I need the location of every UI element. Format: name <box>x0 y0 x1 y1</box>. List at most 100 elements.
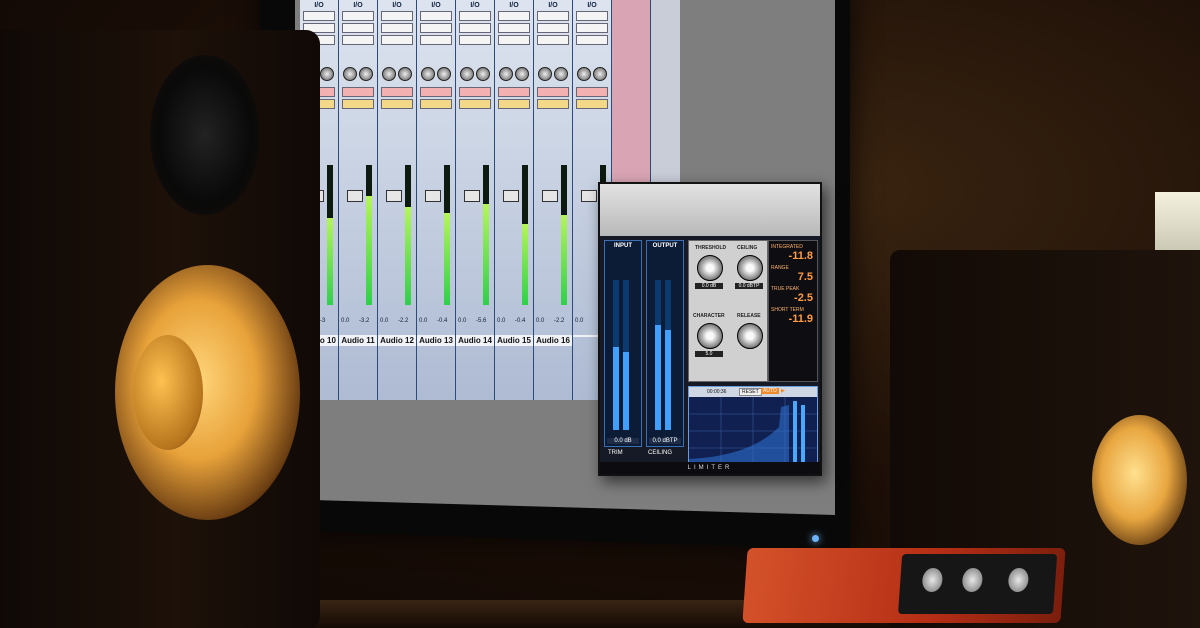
output-selector[interactable] <box>342 23 374 33</box>
pan-knob[interactable] <box>593 67 607 81</box>
trim-value[interactable]: 0.0 dB <box>607 438 639 444</box>
io-label: I/O <box>587 2 597 9</box>
gain-knob[interactable] <box>921 568 944 592</box>
solo-button[interactable] <box>342 99 374 109</box>
record-button[interactable] <box>342 87 374 97</box>
auto-button[interactable]: AUTO <box>761 388 779 394</box>
input-selector[interactable] <box>498 11 530 21</box>
track-name[interactable]: Audio 14 <box>456 335 494 346</box>
mixer-channel-strip: I/O 0.0 -2.2 Audio 16 <box>534 0 573 400</box>
record-button[interactable] <box>459 87 491 97</box>
level-readout-right: -3.2 <box>359 318 370 324</box>
input-selector[interactable] <box>342 11 374 21</box>
solo-button[interactable] <box>537 99 569 109</box>
pan-knob[interactable] <box>398 67 412 81</box>
pan-knob[interactable] <box>577 67 591 81</box>
volume-fader[interactable] <box>464 190 480 202</box>
pan-knob[interactable] <box>538 67 552 81</box>
character-knob[interactable] <box>697 323 723 349</box>
input-selector[interactable] <box>537 11 569 21</box>
level-readout-left: 0.0 <box>497 318 506 324</box>
graph-toolbar: 00:00:36 RESET AUTO ▶ <box>689 387 817 397</box>
track-name[interactable]: Audio 16 <box>534 335 572 346</box>
input-selector[interactable] <box>303 11 335 21</box>
pan-knob[interactable] <box>460 67 474 81</box>
record-button[interactable] <box>381 87 413 97</box>
record-button[interactable] <box>537 87 569 97</box>
automation-mode[interactable] <box>498 35 530 45</box>
record-button[interactable] <box>576 87 608 97</box>
solo-button[interactable] <box>576 99 608 109</box>
release-knob[interactable] <box>737 323 763 349</box>
output-meter-left <box>655 280 661 430</box>
solo-button[interactable] <box>459 99 491 109</box>
pan-knob[interactable] <box>382 67 396 81</box>
selected-channel-highlight <box>612 0 650 200</box>
input-selector[interactable] <box>459 11 491 21</box>
automation-mode[interactable] <box>576 35 608 45</box>
output-selector[interactable] <box>381 23 413 33</box>
volume-fader[interactable] <box>542 190 558 202</box>
pan-knob[interactable] <box>320 67 334 81</box>
automation-mode[interactable] <box>342 35 374 45</box>
input-meter-fill <box>623 352 629 430</box>
threshold-value: 0.0 dB <box>695 283 723 289</box>
monitor-knob[interactable] <box>1007 568 1030 592</box>
record-button[interactable] <box>498 87 530 97</box>
output-selector[interactable] <box>459 23 491 33</box>
short-term-value: -11.9 <box>788 313 813 325</box>
input-selector[interactable] <box>381 11 413 21</box>
output-selector[interactable] <box>420 23 452 33</box>
plugin-footer: LIMITER <box>600 462 820 474</box>
level-meter-fill <box>405 207 411 305</box>
solo-button[interactable] <box>381 99 413 109</box>
pan-knob[interactable] <box>515 67 529 81</box>
volume-fader[interactable] <box>347 190 363 202</box>
output-selector[interactable] <box>537 23 569 33</box>
reset-button[interactable]: RESET <box>739 388 762 396</box>
pan-knob[interactable] <box>499 67 513 81</box>
solo-button[interactable] <box>498 99 530 109</box>
plugin-header <box>600 184 820 237</box>
volume-fader[interactable] <box>425 190 441 202</box>
mixer-channel-strip: I/O 0.0 -2.2 Audio 12 <box>378 0 417 400</box>
pan-knob[interactable] <box>421 67 435 81</box>
pan-knob[interactable] <box>476 67 490 81</box>
track-name[interactable]: Audio 12 <box>378 335 416 346</box>
automation-mode[interactable] <box>537 35 569 45</box>
threshold-knob[interactable] <box>697 255 723 281</box>
interface-front-panel <box>898 554 1058 614</box>
pan-knob[interactable] <box>343 67 357 81</box>
volume-fader[interactable] <box>581 190 597 202</box>
automation-mode[interactable] <box>459 35 491 45</box>
volume-fader[interactable] <box>386 190 402 202</box>
input-selector[interactable] <box>420 11 452 21</box>
play-icon[interactable]: ▶ <box>781 388 785 394</box>
trim-label: TRIM <box>608 450 623 456</box>
track-name[interactable]: Audio 13 <box>417 335 455 346</box>
ceiling-meter-value[interactable]: 0.0 dBTP <box>649 438 681 444</box>
loudness-readout: INTEGRATED -11.8 RANGE 7.5 TRUE PEAK -2.… <box>768 240 818 382</box>
gain-knob[interactable] <box>961 568 984 592</box>
io-label: I/O <box>353 2 363 9</box>
record-button[interactable] <box>420 87 452 97</box>
track-name[interactable]: Audio 11 <box>339 335 377 346</box>
volume-fader[interactable] <box>503 190 519 202</box>
mixer-channel-strip: I/O 0.0 -5.6 Audio 14 <box>456 0 495 400</box>
pan-knob[interactable] <box>359 67 373 81</box>
output-selector[interactable] <box>576 23 608 33</box>
pan-knob[interactable] <box>554 67 568 81</box>
character-label: CHARACTER <box>693 313 725 319</box>
studio-scene: I/O-5.6-3Audio 10I/O0.0-3.2Audio 11I/O0.… <box>0 0 1200 628</box>
ceiling-knob[interactable] <box>737 255 763 281</box>
output-meter-fill <box>655 325 661 430</box>
automation-mode[interactable] <box>381 35 413 45</box>
level-meter <box>561 165 567 305</box>
monitor-power-led <box>812 535 819 542</box>
track-name[interactable]: Audio 15 <box>495 335 533 346</box>
automation-mode[interactable] <box>420 35 452 45</box>
pan-knob[interactable] <box>437 67 451 81</box>
solo-button[interactable] <box>420 99 452 109</box>
input-selector[interactable] <box>576 11 608 21</box>
output-selector[interactable] <box>498 23 530 33</box>
